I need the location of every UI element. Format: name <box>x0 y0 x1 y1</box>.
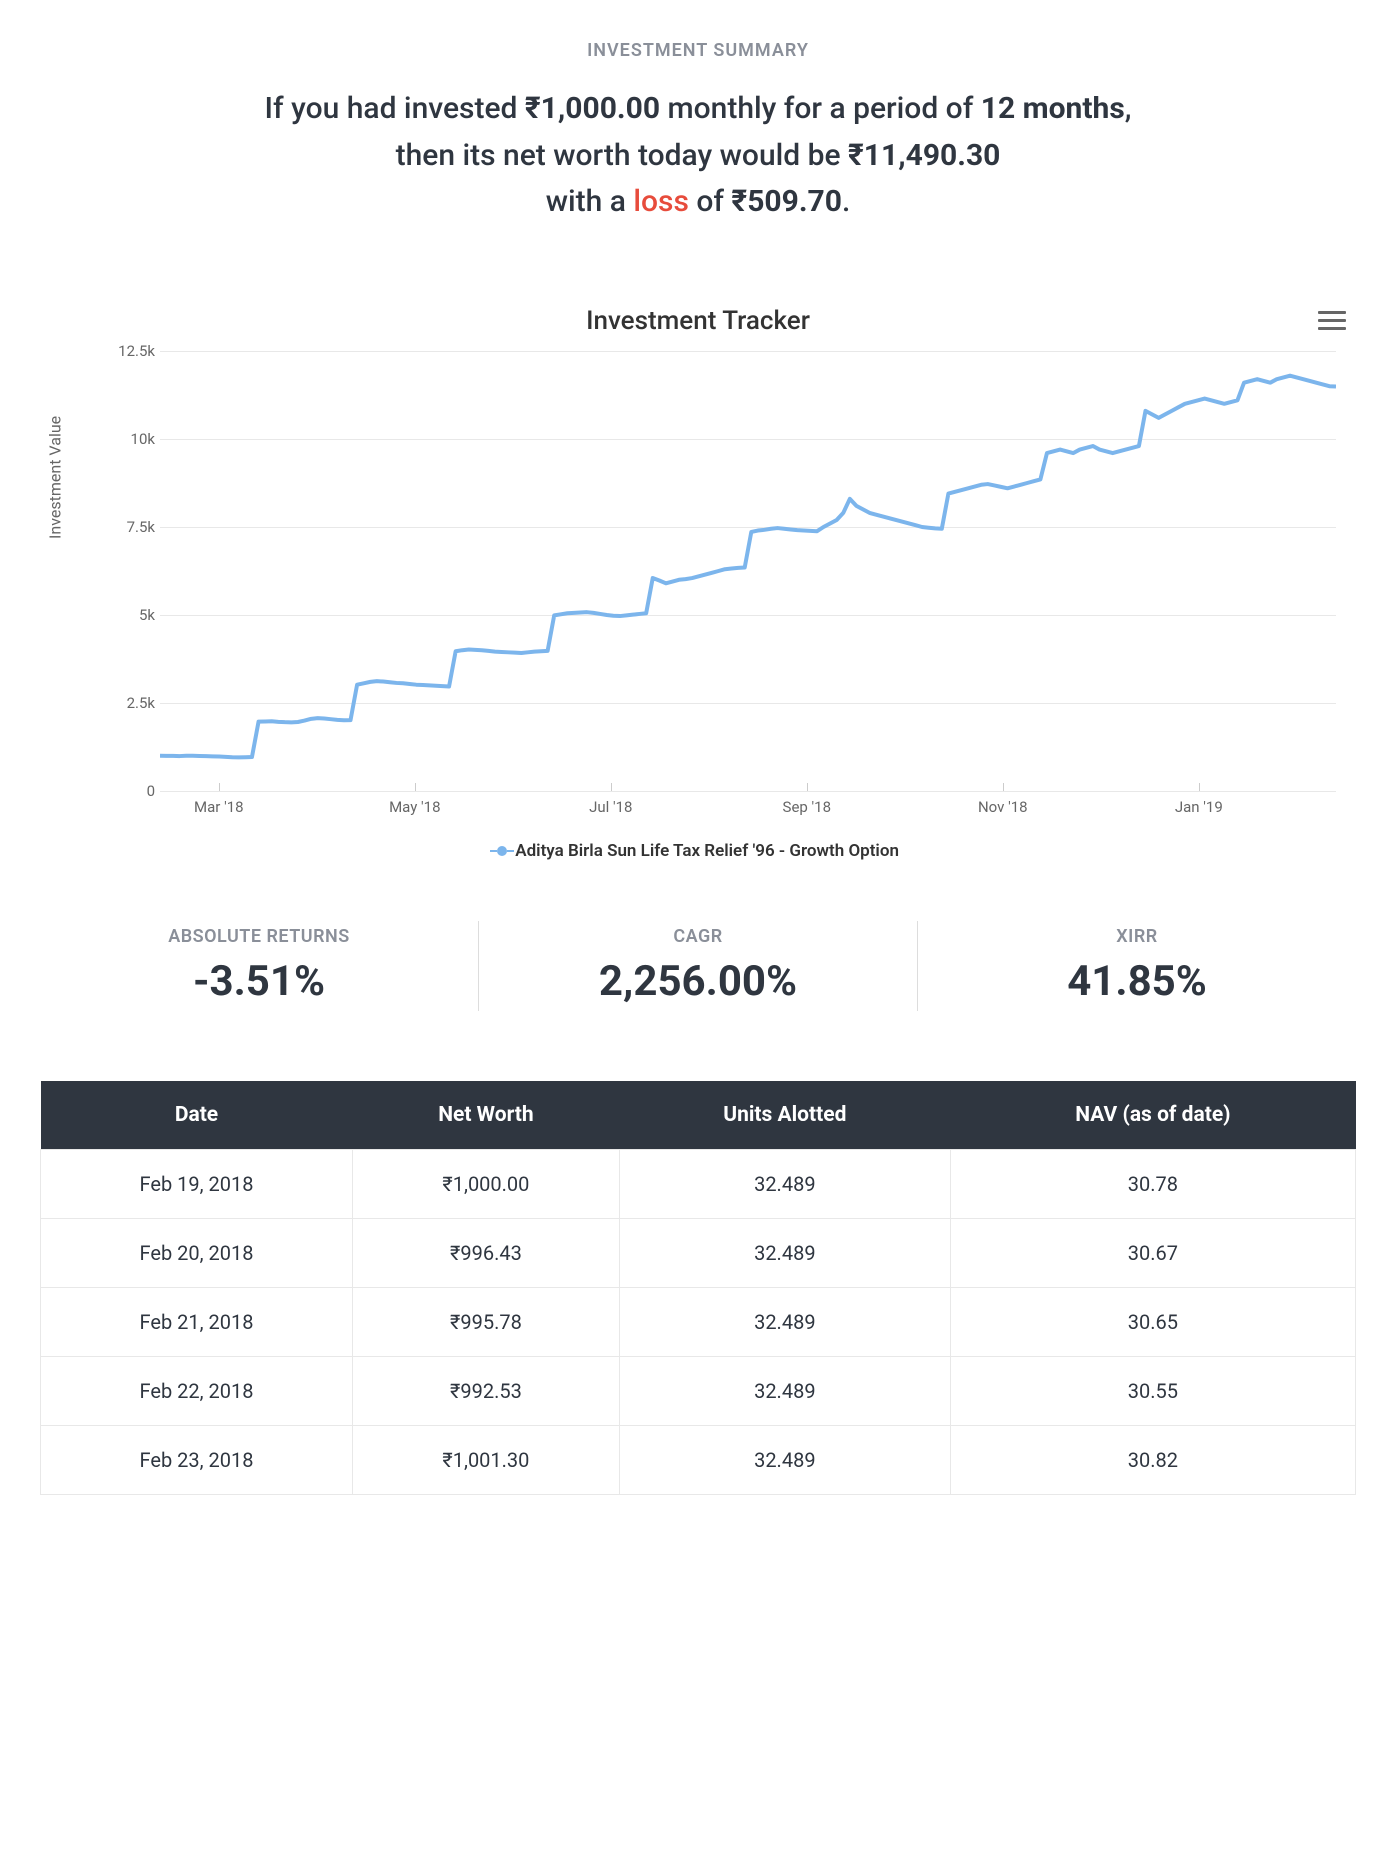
table-row: Feb 21, 2018₹995.7832.48930.65 <box>41 1287 1356 1356</box>
table-cell: Feb 22, 2018 <box>41 1356 353 1425</box>
x-tick <box>219 783 220 791</box>
chart-series-line <box>160 375 1336 757</box>
table-cell: 30.55 <box>950 1356 1355 1425</box>
x-tick <box>1199 783 1200 791</box>
y-tick-label: 5k <box>105 606 155 624</box>
x-tick <box>415 783 416 791</box>
metric-value: -3.51% <box>70 957 448 1006</box>
table-cell: Feb 20, 2018 <box>41 1218 353 1287</box>
metric-label: CAGR <box>509 926 887 947</box>
summary-fragment: monthly for a period of <box>660 91 981 126</box>
table-cell: ₹1,000.00 <box>352 1149 619 1218</box>
summary-fragment: If you had invested <box>265 91 525 126</box>
y-tick-label: 2.5k <box>105 694 155 712</box>
chart-plot: Investment Value 02.5k5k7.5k10k12.5kMar … <box>105 351 1336 831</box>
x-tick-label: May '18 <box>389 798 440 816</box>
chart-menu-icon[interactable] <box>1318 306 1346 335</box>
x-tick-label: Sep '18 <box>783 798 832 816</box>
summary-fragment: . <box>842 184 850 219</box>
table-row: Feb 19, 2018₹1,000.0032.48930.78 <box>41 1149 1356 1218</box>
x-tick <box>807 783 808 791</box>
table-row: Feb 22, 2018₹992.5332.48930.55 <box>41 1356 1356 1425</box>
table-cell: 30.78 <box>950 1149 1355 1218</box>
x-tick-label: Mar '18 <box>194 798 244 816</box>
summary-fragment: of <box>689 184 732 219</box>
summary-loss-amount: ₹509.70 <box>731 184 842 219</box>
table-cell: ₹996.43 <box>352 1218 619 1287</box>
table-cell: 32.489 <box>619 1287 950 1356</box>
table-cell: 32.489 <box>619 1149 950 1218</box>
table-cell: ₹1,001.30 <box>352 1425 619 1494</box>
y-tick-label: 12.5k <box>105 342 155 360</box>
table-cell: 30.82 <box>950 1425 1355 1494</box>
table-row: Feb 23, 2018₹1,001.3032.48930.82 <box>41 1425 1356 1494</box>
x-tick-label: Jan '19 <box>1175 798 1223 816</box>
table-cell: Feb 23, 2018 <box>41 1425 353 1494</box>
th-nav: NAV (as of date) <box>950 1081 1355 1150</box>
chart-title: Investment Tracker <box>40 306 1356 336</box>
table-header: Date Net Worth Units Alotted NAV (as of … <box>41 1081 1356 1150</box>
chart-yaxis-label: Investment Value <box>46 415 65 538</box>
summary-fragment: , <box>1125 91 1132 126</box>
table-cell: 30.65 <box>950 1287 1355 1356</box>
summary-fragment: with a <box>546 184 634 219</box>
gridline <box>160 791 1336 792</box>
metric-value: 2,256.00% <box>509 957 887 1006</box>
summary-loss-word: loss <box>633 184 689 219</box>
metric-cagr: CAGR 2,256.00% <box>478 921 917 1011</box>
metrics-row: ABSOLUTE RETURNS -3.51% CAGR 2,256.00% X… <box>40 921 1356 1011</box>
table-cell: ₹995.78 <box>352 1287 619 1356</box>
metric-label: ABSOLUTE RETURNS <box>70 926 448 947</box>
summary-amount: ₹1,000.00 <box>525 91 660 126</box>
x-tick <box>611 783 612 791</box>
metric-value: 41.85% <box>948 957 1326 1006</box>
x-tick-label: Jul '18 <box>589 798 632 816</box>
table-cell: 32.489 <box>619 1356 950 1425</box>
table-cell: 32.489 <box>619 1218 950 1287</box>
table-cell: ₹992.53 <box>352 1356 619 1425</box>
y-tick-label: 10k <box>105 430 155 448</box>
metric-label: XIRR <box>948 926 1326 947</box>
legend-marker-icon <box>497 846 507 856</box>
metric-xirr: XIRR 41.85% <box>917 921 1356 1011</box>
table-cell: Feb 21, 2018 <box>41 1287 353 1356</box>
summary-fragment: then its net worth today would be <box>396 138 848 173</box>
x-tick-label: Nov '18 <box>978 798 1028 816</box>
table-cell: 32.489 <box>619 1425 950 1494</box>
y-tick-label: 0 <box>105 782 155 800</box>
th-date: Date <box>41 1081 353 1150</box>
th-units: Units Alotted <box>619 1081 950 1150</box>
chart-container: Investment Tracker Investment Value 0 2.5… <box>40 306 1356 861</box>
metric-absolute-returns: ABSOLUTE RETURNS -3.51% <box>40 921 478 1011</box>
table-row: Feb 20, 2018₹996.4332.48930.67 <box>41 1218 1356 1287</box>
table-body: Feb 19, 2018₹1,000.0032.48930.78Feb 20, … <box>41 1149 1356 1494</box>
table-cell: Feb 19, 2018 <box>41 1149 353 1218</box>
nav-table: Date Net Worth Units Alotted NAV (as of … <box>40 1081 1356 1495</box>
th-networth: Net Worth <box>352 1081 619 1150</box>
chart-legend[interactable]: Aditya Birla Sun Life Tax Relief '96 - G… <box>40 841 1356 861</box>
legend-label: Aditya Birla Sun Life Tax Relief '96 - G… <box>515 841 899 861</box>
summary-text: If you had invested ₹1,000.00 monthly fo… <box>40 86 1356 226</box>
summary-period: 12 months <box>981 91 1125 126</box>
table-cell: 30.67 <box>950 1218 1355 1287</box>
y-tick-label: 7.5k <box>105 518 155 536</box>
summary-label: INVESTMENT SUMMARY <box>40 40 1356 61</box>
x-tick <box>1003 783 1004 791</box>
summary-networth: ₹11,490.30 <box>848 138 1000 173</box>
chart-line-svg <box>160 351 1336 791</box>
